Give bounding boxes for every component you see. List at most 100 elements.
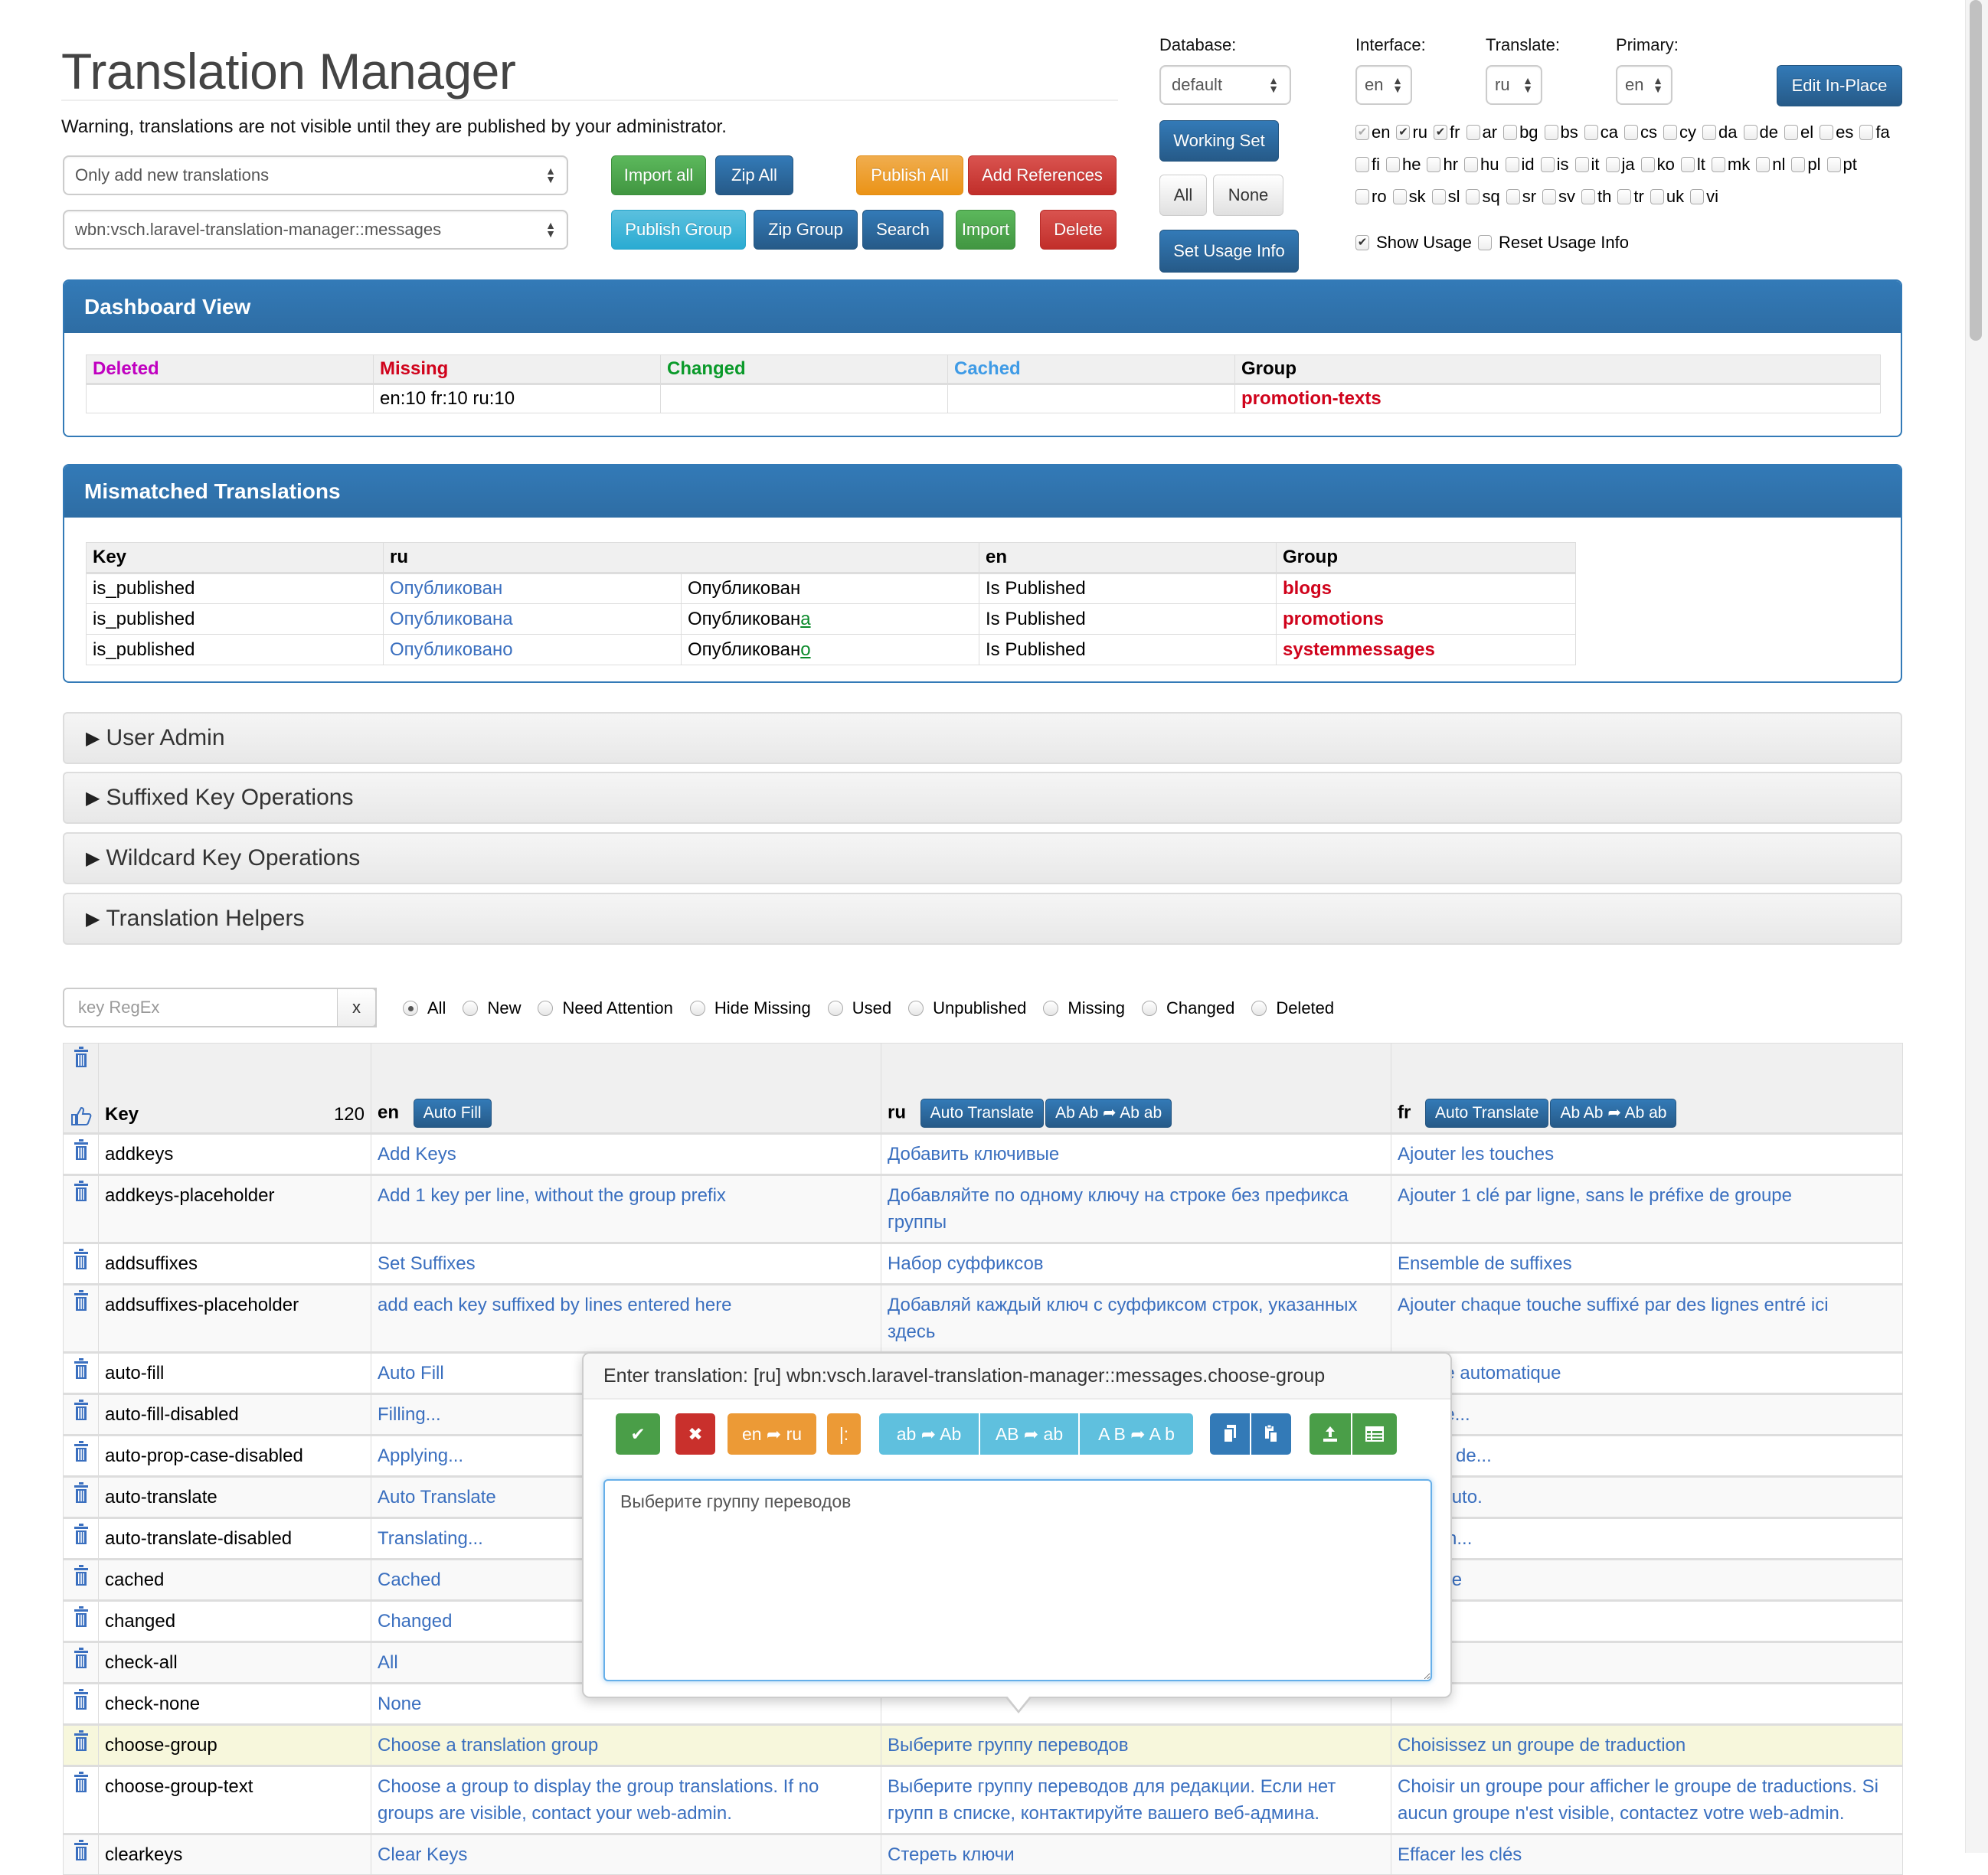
translation-fr[interactable]: ction auto. [1391, 1476, 1903, 1518]
translation-ru[interactable]: Набор суффиксов [881, 1243, 1391, 1285]
locale-checkbox-sl[interactable]: sl [1431, 187, 1460, 207]
copy-button[interactable] [1210, 1413, 1250, 1455]
filter-radio-deleted[interactable]: Deleted [1251, 998, 1334, 1018]
interface-locale-select[interactable]: en ▲ ▼ [1355, 65, 1412, 105]
locale-checkbox-lt[interactable]: lt [1680, 155, 1705, 175]
auto-translate-button[interactable]: Auto Translate [920, 1099, 1045, 1128]
translation-fr[interactable]: Choisissez un groupe de traduction [1391, 1724, 1903, 1766]
trash-icon[interactable] [73, 1840, 90, 1861]
translation-fr[interactable]: Ajouter 1 clé par ligne, sans le préfixe… [1391, 1174, 1903, 1243]
translation-fr[interactable]: Ensemble de suffixes [1391, 1243, 1903, 1285]
mismatch-group-link[interactable]: systemmessages [1276, 634, 1576, 665]
case-lower-to-title-button[interactable]: ab ➦ Ab [879, 1413, 979, 1455]
trash-icon[interactable] [73, 1290, 90, 1312]
primary-locale-select[interactable]: en ▲ ▼ [1616, 65, 1672, 105]
save-translation-button[interactable]: ✔ [616, 1413, 660, 1455]
translation-helpers-section[interactable]: ▶ Translation Helpers [63, 893, 1902, 945]
trash-icon[interactable] [73, 1730, 90, 1752]
trash-icon[interactable] [73, 1689, 90, 1710]
select-all-locales-button[interactable]: All [1159, 175, 1207, 216]
trash-icon[interactable] [73, 1565, 90, 1586]
show-usage-checkbox[interactable]: ✔ Show Usage [1355, 233, 1472, 253]
trash-icon[interactable] [73, 1482, 90, 1504]
translation-ru[interactable]: Стереть ключи [881, 1834, 1391, 1875]
thumbs-up-icon[interactable] [70, 1106, 92, 1126]
locale-checkbox-tr[interactable]: tr [1617, 187, 1644, 207]
translate-locale-select[interactable]: ru ▲ ▼ [1486, 65, 1542, 105]
translation-ru[interactable]: Добавить ключивые [881, 1133, 1391, 1175]
edit-in-place-button[interactable]: Edit In-Place [1777, 65, 1902, 106]
trash-icon[interactable] [73, 1249, 90, 1270]
translation-ru[interactable]: Выберите группу переводов для редакции. … [881, 1766, 1391, 1834]
locale-checkbox-it[interactable]: it [1574, 155, 1600, 175]
mismatch-group-link[interactable]: promotions [1276, 603, 1576, 635]
translation-en[interactable]: add each key suffixed by lines entered h… [371, 1284, 881, 1353]
trash-icon[interactable] [73, 1772, 90, 1793]
delete-button[interactable]: Delete [1040, 210, 1117, 250]
translation-fr[interactable]: lissage automatique [1391, 1352, 1903, 1394]
locale-checkbox-uk[interactable]: uk [1650, 187, 1684, 207]
locale-checkbox-sr[interactable]: sr [1506, 187, 1536, 207]
locale-checkbox-cs[interactable]: cs [1624, 122, 1657, 142]
locale-checkbox-sk[interactable]: sk [1392, 187, 1426, 207]
translation-ru[interactable]: Выберите группу переводов [881, 1724, 1391, 1766]
wildcard-key-operations-section[interactable]: ▶ Wildcard Key Operations [63, 832, 1902, 884]
translation-fr[interactable]: Ajouter chaque touche suffixé par des li… [1391, 1284, 1903, 1353]
locale-checkbox-vi[interactable]: vi [1690, 187, 1718, 207]
auto-translate-en-ru-button[interactable]: en ➦ ru [728, 1413, 816, 1455]
locale-checkbox-pt[interactable]: pt [1826, 155, 1857, 175]
set-usage-info-button[interactable]: Set Usage Info [1159, 230, 1299, 273]
filter-radio-new[interactable]: New [463, 998, 521, 1018]
locale-checkbox-de[interactable]: de [1743, 122, 1778, 142]
locale-checkbox-ar[interactable]: ar [1466, 122, 1497, 142]
filter-radio-changed[interactable]: Changed [1142, 998, 1234, 1018]
locale-checkbox-fi[interactable]: fi [1355, 155, 1380, 175]
translation-fr[interactable]: Effacer les clés [1391, 1834, 1903, 1875]
locale-checkbox-sq[interactable]: sq [1466, 187, 1500, 207]
locale-checkbox-sv[interactable]: sv [1542, 187, 1575, 207]
locale-checkbox-ca[interactable]: ca [1584, 122, 1618, 142]
pipe-separator-button[interactable]: |: [827, 1413, 861, 1455]
translation-en[interactable]: Choose a translation group [371, 1724, 881, 1766]
trash-icon[interactable] [73, 1524, 90, 1545]
translation-en[interactable]: Add 1 key per line, without the group pr… [371, 1174, 881, 1243]
publish-group-button[interactable]: Publish Group [611, 210, 746, 250]
locale-checkbox-hr[interactable]: hr [1427, 155, 1458, 175]
reset-usage-info-checkbox[interactable]: Reset Usage Info [1477, 233, 1629, 253]
locale-checkbox-bs[interactable]: bs [1544, 122, 1578, 142]
user-admin-section[interactable]: ▶ User Admin [63, 712, 1902, 764]
select-no-locales-button[interactable]: None [1213, 175, 1283, 216]
key-regex-input[interactable]: key RegEx [63, 988, 377, 1027]
import-button[interactable]: Import [956, 210, 1015, 250]
trash-icon[interactable] [73, 1400, 90, 1421]
group-link[interactable]: promotion-texts [1234, 384, 1881, 413]
search-button[interactable]: Search [862, 210, 943, 250]
locale-checkbox-ko[interactable]: ko [1640, 155, 1675, 175]
locale-checkbox-cy[interactable]: cy [1663, 122, 1696, 142]
locale-checkbox-he[interactable]: he [1386, 155, 1421, 175]
clear-filter-button[interactable]: x [337, 988, 377, 1027]
import-all-button[interactable]: Import all [611, 155, 706, 195]
translation-ru[interactable]: Добавляйте по одному ключу на строке без… [881, 1174, 1391, 1243]
locale-checkbox-ru[interactable]: ✔ ru [1396, 122, 1427, 142]
translation-fr[interactable]: ication de... [1391, 1435, 1903, 1477]
translation-fr[interactable] [1391, 1641, 1903, 1684]
translation-ru[interactable]: Добавляй каждый ключ с суффиксом строк, … [881, 1284, 1391, 1353]
translation-fr[interactable] [1391, 1683, 1903, 1725]
upload-button[interactable] [1310, 1413, 1351, 1455]
trash-icon[interactable] [73, 1047, 90, 1068]
page-scrollbar[interactable] [1965, 0, 1988, 1853]
database-select[interactable]: default ▲ ▼ [1159, 65, 1291, 105]
filter-radio-need-attention[interactable]: Need Attention [538, 998, 673, 1018]
translation-fr[interactable]: duction... [1391, 1517, 1903, 1560]
add-references-button[interactable]: Add References [968, 155, 1117, 195]
trash-icon[interactable] [73, 1648, 90, 1669]
auto-fill-button[interactable]: Auto Fill [413, 1099, 492, 1128]
filter-radio-used[interactable]: Used [827, 998, 891, 1018]
locale-checkbox-ja[interactable]: ja [1605, 155, 1635, 175]
trash-icon[interactable] [73, 1606, 90, 1628]
filter-radio-unpublished[interactable]: Unpublished [908, 998, 1026, 1018]
zip-group-button[interactable]: Zip Group [754, 210, 858, 250]
locale-checkbox-id[interactable]: id [1505, 155, 1535, 175]
filter-radio-hide-missing[interactable]: Hide Missing [689, 998, 811, 1018]
